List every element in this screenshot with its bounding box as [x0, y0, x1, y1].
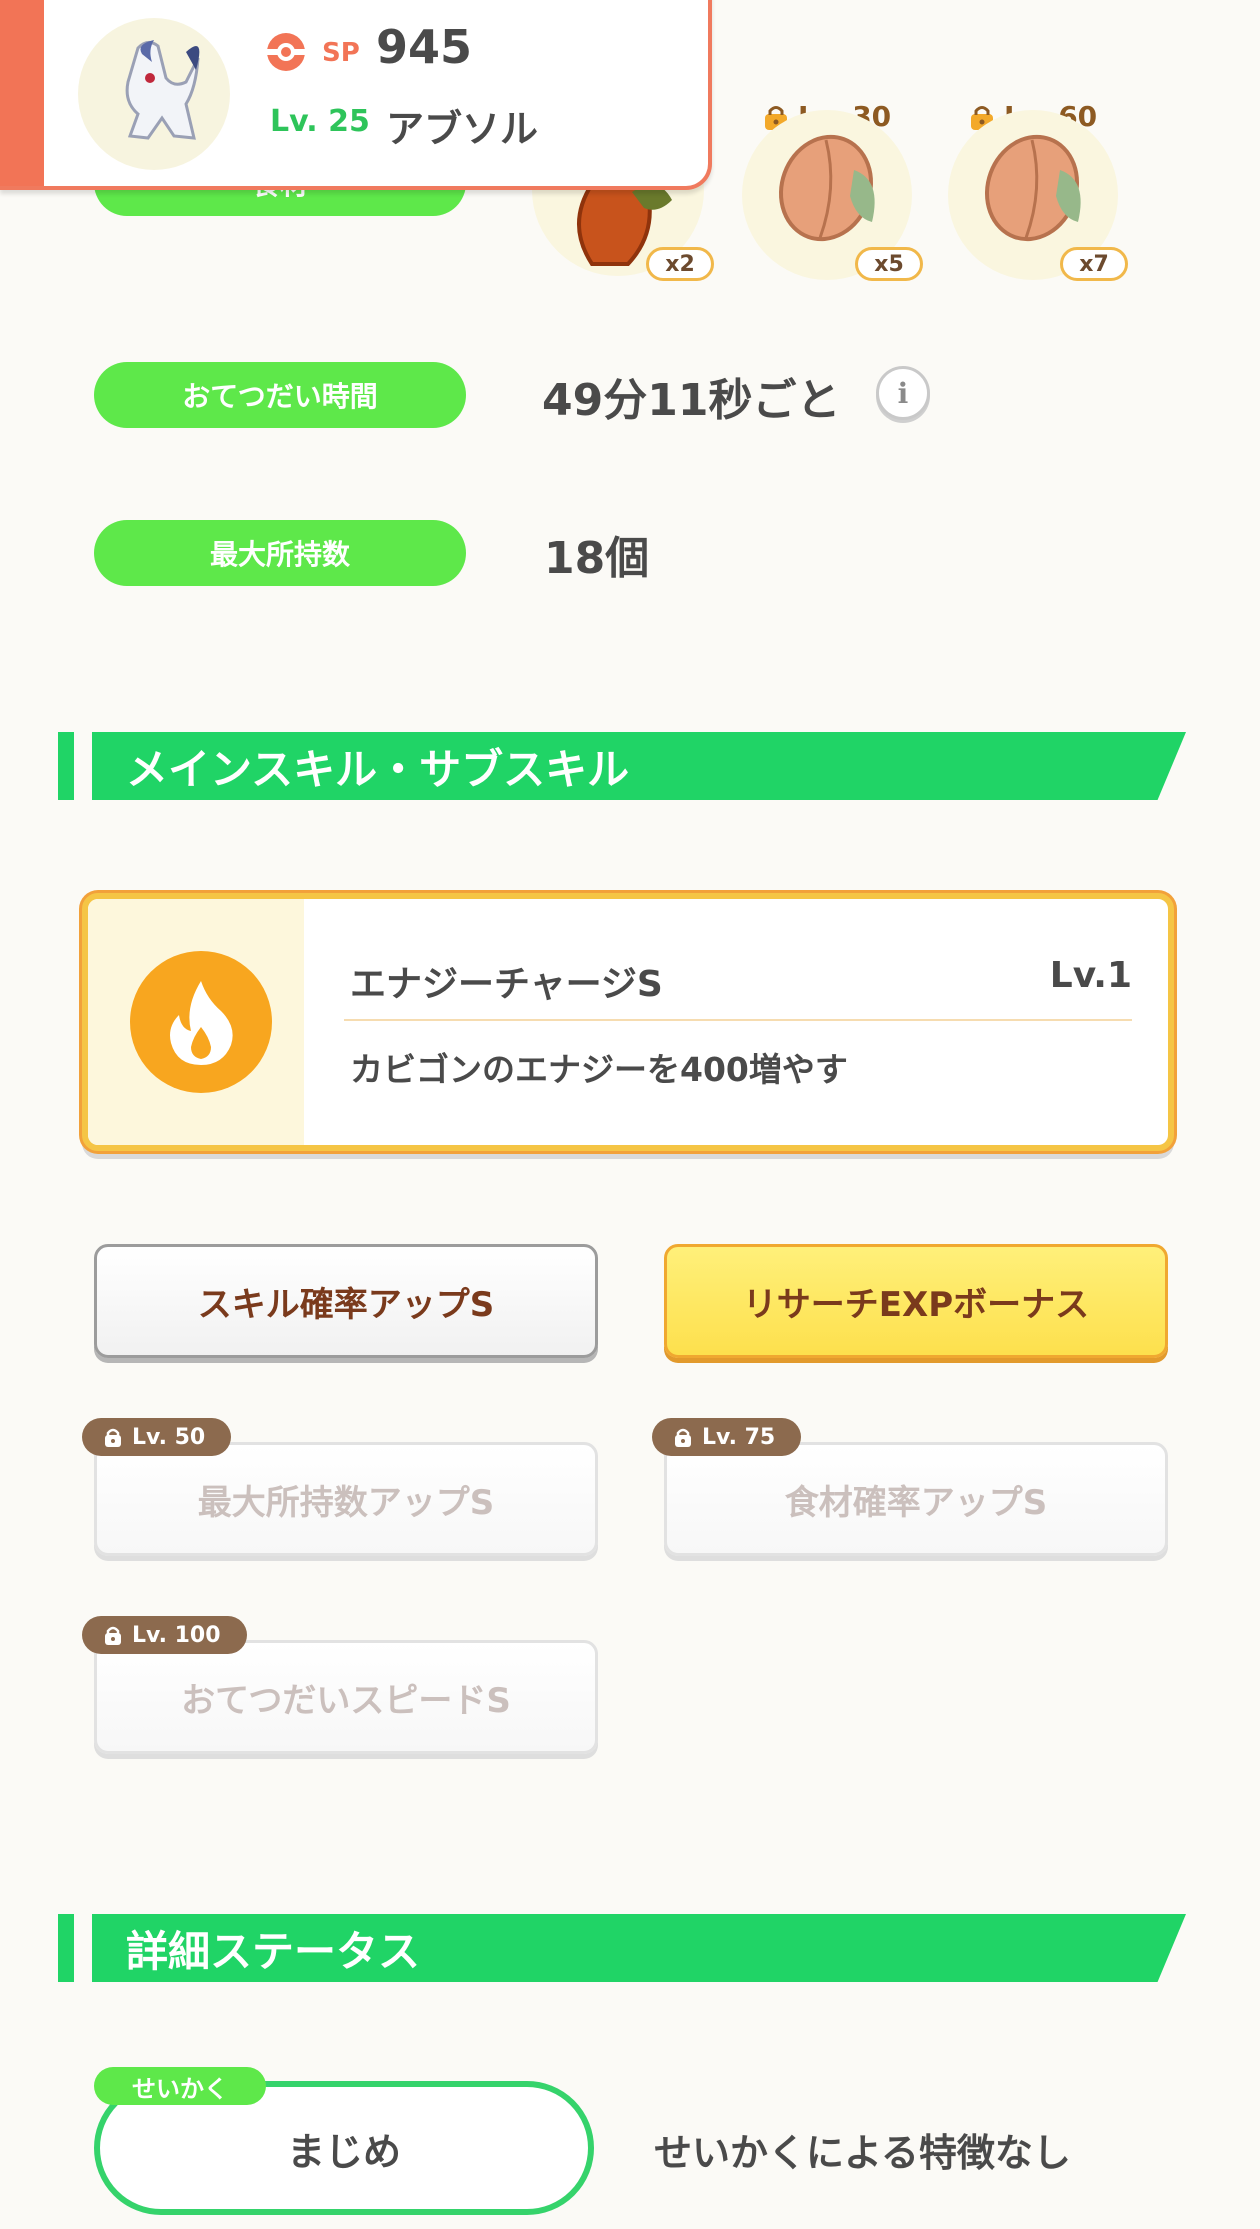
sub-skill-button-5[interactable]: おてつだいスピードS	[94, 1640, 598, 1754]
sp-value: 945	[376, 20, 473, 74]
max-carry-label: 最大所持数	[94, 520, 466, 586]
ingredient-count-2: x5	[855, 247, 923, 281]
section-title-skills: メインスキル・サブスキル	[92, 732, 1186, 800]
sub-skill-button-2[interactable]: リサーチEXPボーナス	[664, 1244, 1168, 1358]
sub-skill-unlock-level-5: Lv. 100	[132, 1622, 221, 1648]
section-marker	[58, 732, 74, 800]
lock-icon	[672, 1426, 694, 1448]
pokemon-level: Lv. 25	[270, 104, 370, 139]
pokemon-avatar	[78, 18, 230, 170]
max-carry-value: 18個	[544, 533, 650, 584]
lock-icon	[102, 1426, 124, 1448]
main-skill-card[interactable]: エナジーチャージS Lv.1 カビゴンのエナジーを400増やす	[82, 893, 1174, 1151]
nature-effect: せいかくによる特徴なし	[654, 2131, 1071, 2175]
sub-skill-unlock-level-4: Lv. 75	[702, 1424, 776, 1450]
pokemon-header-card: SP 945 Lv. 25 アブソル	[0, 0, 712, 190]
fire-icon	[130, 951, 272, 1093]
help-time-value: 49分11秒ごと	[542, 375, 841, 426]
sub-skill-lock-tag-4: Lv. 75	[652, 1418, 802, 1456]
section-marker	[58, 1914, 74, 1982]
sub-skill-button-1[interactable]: スキル確率アップS	[94, 1244, 598, 1358]
nature-tag: せいかく	[94, 2067, 266, 2105]
divider	[344, 1019, 1132, 1021]
section-title-details: 詳細ステータス	[92, 1914, 1186, 1982]
lock-icon	[102, 1624, 124, 1646]
sp-label: SP	[322, 38, 360, 68]
main-skill-name: エナジーチャージS	[350, 964, 663, 1005]
ingredient-count-1: x2	[646, 247, 714, 281]
main-skill-level: Lv.1	[1049, 955, 1132, 996]
sub-skill-lock-tag-5: Lv. 100	[82, 1616, 247, 1654]
sub-skill-button-4[interactable]: 食材確率アップS	[664, 1442, 1168, 1556]
sub-skill-unlock-level-3: Lv. 50	[132, 1424, 206, 1450]
header-accent-stripe	[0, 0, 44, 186]
help-time-label: おてつだい時間	[94, 362, 466, 428]
ingredient-count-3: x7	[1060, 247, 1128, 281]
info-icon[interactable]: i	[876, 366, 930, 420]
pokemon-name: アブソル	[386, 107, 539, 151]
pokeball-icon	[264, 30, 308, 74]
sub-skill-button-3[interactable]: 最大所持数アップS	[94, 1442, 598, 1556]
sub-skill-lock-tag-3: Lv. 50	[82, 1418, 232, 1456]
main-skill-description: カビゴンのエナジーを400増やす	[350, 1050, 848, 1089]
